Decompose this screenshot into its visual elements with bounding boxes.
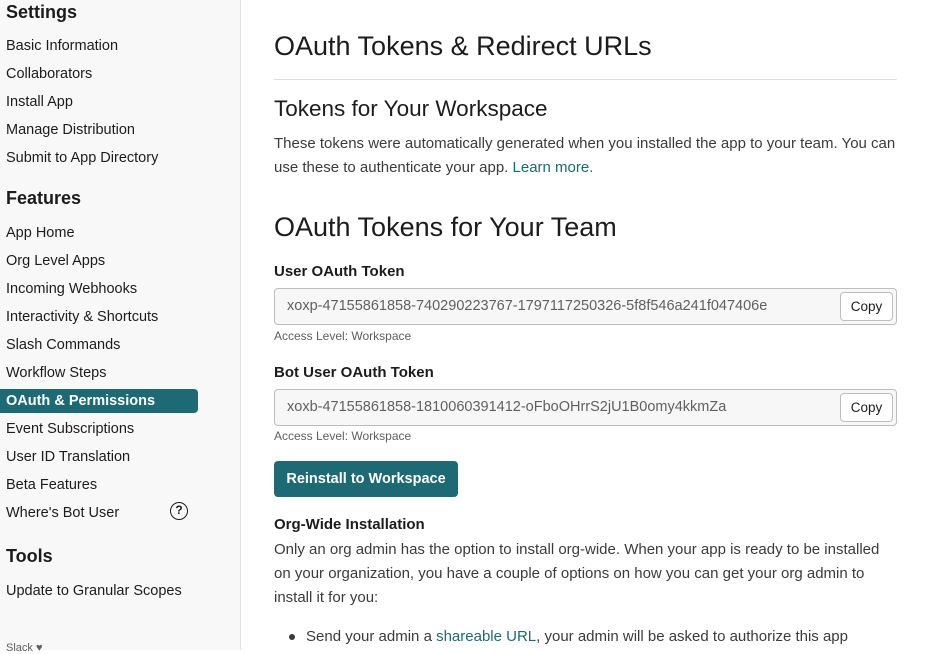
bot-token-field[interactable]: xoxb-47155861858-1810060391412-oFboOHrrS…	[274, 389, 897, 426]
user-token-label: User OAuth Token	[274, 263, 405, 280]
copy-user-token-button[interactable]: Copy	[840, 292, 893, 321]
sidebar-item-manage-distribution[interactable]: Manage Distribution	[0, 118, 198, 142]
title-divider	[274, 79, 897, 80]
features-heading: Features	[6, 188, 82, 208]
sidebar-item-incoming-webhooks[interactable]: Incoming Webhooks	[0, 277, 198, 301]
copy-bot-token-button[interactable]: Copy	[840, 393, 893, 422]
page-title: OAuth Tokens & Redirect URLs	[274, 31, 652, 61]
sidebar-item-basic-information[interactable]: Basic Information	[0, 34, 198, 58]
bullet-icon	[289, 634, 295, 640]
help-icon[interactable]: ?	[170, 502, 188, 520]
tokens-description: These tokens were automatically generate…	[274, 132, 897, 180]
sidebar-item-user-id-translation[interactable]: User ID Translation	[0, 445, 198, 469]
sidebar-item-slash-commands[interactable]: Slash Commands	[0, 333, 198, 357]
sidebar-item-interactivity-shortcuts[interactable]: Interactivity & Shortcuts	[0, 305, 198, 329]
org-wide-heading: Org-Wide Installation	[274, 516, 425, 533]
bot-token-access-level: Access Level: Workspace	[274, 429, 412, 443]
team-tokens-heading: OAuth Tokens for Your Team	[274, 212, 617, 242]
sidebar-footer: Slack ♥	[6, 642, 43, 654]
learn-more-link[interactable]: Learn more.	[513, 159, 594, 176]
user-token-value[interactable]: xoxp-47155861858-740290223767-1797117250…	[287, 289, 837, 324]
sidebar-item-app-home[interactable]: App Home	[0, 221, 198, 245]
sidebar-item-event-subscriptions[interactable]: Event Subscriptions	[0, 417, 198, 441]
user-token-field[interactable]: xoxp-47155861858-740290223767-1797117250…	[274, 288, 897, 325]
sidebar-item-install-app[interactable]: Install App	[0, 90, 198, 114]
sidebar-item-wheres-bot-user[interactable]: Where's Bot User	[0, 501, 198, 525]
sidebar-item-update-to-granular-scopes[interactable]: Update to Granular Scopes	[0, 579, 198, 603]
sidebar: Settings Basic Information Collaborators…	[0, 0, 241, 654]
list-item: Send your admin a shareable URL, your ad…	[274, 626, 897, 648]
settings-heading: Settings	[6, 2, 78, 22]
main-content: OAuth Tokens & Redirect URLs Tokens for …	[274, 0, 897, 650]
bullet-text-prefix: Send your admin a	[306, 628, 432, 645]
sidebar-item-workflow-steps[interactable]: Workflow Steps	[0, 361, 198, 385]
sidebar-item-oauth-permissions[interactable]: OAuth & Permissions	[0, 389, 198, 413]
shareable-url-link[interactable]: shareable URL	[436, 628, 536, 645]
bot-token-label: Bot User OAuth Token	[274, 364, 434, 381]
sidebar-item-collaborators[interactable]: Collaborators	[0, 62, 198, 86]
user-token-access-level: Access Level: Workspace	[274, 329, 412, 343]
sidebar-item-submit-to-app-directory[interactable]: Submit to App Directory	[0, 146, 198, 170]
sidebar-item-org-level-apps[interactable]: Org Level Apps	[0, 249, 198, 273]
org-wide-options-list: Send your admin a shareable URL, your ad…	[274, 626, 897, 648]
tokens-workspace-heading: Tokens for Your Workspace	[274, 96, 548, 121]
bot-token-value[interactable]: xoxb-47155861858-1810060391412-oFboOHrrS…	[287, 390, 837, 425]
sidebar-item-beta-features[interactable]: Beta Features	[0, 473, 198, 497]
reinstall-to-workspace-button[interactable]: Reinstall to Workspace	[274, 461, 458, 497]
tools-heading: Tools	[6, 546, 53, 566]
bullet-text-suffix: , your admin will be asked to authorize …	[536, 628, 848, 645]
org-wide-description: Only an org admin has the option to inst…	[274, 541, 880, 606]
